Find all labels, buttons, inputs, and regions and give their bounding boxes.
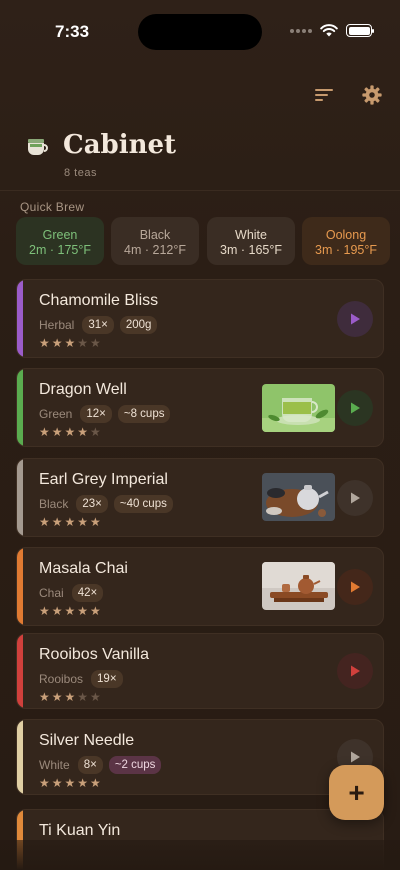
quick-brew-meta: 4m · 212°F [124, 243, 186, 257]
rating-stars: ★★★★★ [39, 604, 103, 618]
page-title: Cabinet [63, 130, 177, 160]
tea-name: Masala Chai [39, 560, 128, 577]
play-icon [351, 402, 360, 414]
quick-brew-meta: 2m · 175°F [29, 243, 91, 257]
rating-stars: ★★★★★ [39, 425, 103, 439]
tea-type: Chai [39, 586, 64, 600]
tea-type: Herbal [39, 318, 75, 332]
play-icon [351, 492, 360, 504]
rating-stars: ★★★★★ [39, 515, 103, 529]
tea-type: Black [39, 497, 69, 511]
brew-play-button[interactable] [337, 480, 373, 516]
sort-button[interactable] [311, 82, 337, 108]
header-divider [0, 190, 400, 191]
tea-thumbnail [262, 562, 335, 610]
tea-thumbnail [262, 384, 335, 432]
status-time: 7:33 [55, 22, 90, 41]
brew-play-button[interactable] [337, 653, 373, 689]
rating-stars: ★★★★★ [39, 336, 103, 350]
tea-name: Silver Needle [39, 732, 135, 749]
quick-brew-meta: 3m · 195°F [315, 243, 377, 257]
tea-meta: White 8× ~2 cups [39, 756, 162, 774]
tea-meta: Green 12× ~8 cups [39, 405, 171, 423]
stock-badge: ~8 cups [117, 405, 171, 423]
tea-card-chamomile-bliss[interactable]: Chamomile Bliss Herbal 31× 200g ★★★★★ [16, 279, 384, 358]
page-header: Cabinet 8 teas [24, 130, 384, 185]
tea-thumbnail [262, 473, 335, 521]
tea-card-dragon-well[interactable]: Dragon Well Green 12× ~8 cups ★★★★★ [16, 368, 384, 447]
tea-accent-bar [17, 720, 23, 794]
quick-brew-name: Green [42, 228, 78, 242]
brew-count-badge: 12× [80, 405, 112, 423]
brew-play-button[interactable] [337, 390, 373, 426]
tea-type: Green [39, 407, 73, 421]
tea-accent-bar [17, 369, 23, 446]
tea-tray-photo [262, 562, 335, 610]
quick-brew-name: White [235, 228, 267, 242]
play-icon [351, 665, 360, 677]
status-bar: 7:33 [0, 0, 400, 60]
quick-brew-name: Oolong [325, 228, 367, 242]
tea-accent-bar [17, 548, 23, 625]
brew-count-badge: 8× [77, 756, 103, 774]
battery-icon [346, 24, 374, 37]
cellular-icon [290, 28, 312, 33]
settings-button[interactable] [359, 82, 385, 108]
play-icon [351, 751, 360, 763]
bottom-fade [0, 840, 400, 870]
stock-badge: ~40 cups [113, 495, 173, 513]
play-icon [351, 581, 360, 593]
quick-brew-label: Quick Brew [20, 200, 85, 214]
tea-name: Ti Kuan Yin [39, 822, 121, 839]
dynamic-island [138, 14, 262, 50]
tea-card-masala-chai[interactable]: Masala Chai Chai 42× ★★★★★ [16, 547, 384, 626]
wifi-icon [320, 24, 338, 37]
quick-brew-row: Green 2m · 175°F Black 4m · 212°F White … [16, 217, 400, 267]
tea-name: Dragon Well [39, 381, 127, 398]
brew-count-badge: 42× [71, 584, 104, 602]
brew-play-button[interactable] [337, 569, 373, 605]
quick-brew-white[interactable]: White 3m · 165°F [207, 217, 295, 265]
plus-icon: + [348, 776, 365, 808]
tea-meta: Herbal 31× 200g [39, 316, 158, 334]
brew-count-badge: 19× [91, 670, 123, 688]
tea-name: Rooibos Vanilla [39, 646, 149, 663]
gear-icon [362, 85, 382, 105]
sort-icon [315, 89, 333, 101]
rating-stars: ★★★★★ [39, 690, 103, 704]
add-tea-button[interactable]: + [329, 765, 384, 820]
tea-meta: Chai 42× [39, 584, 104, 602]
tea-meta: Black 23× ~40 cups [39, 495, 173, 513]
tea-name: Earl Grey Imperial [39, 471, 168, 488]
quick-brew-meta: 3m · 165°F [220, 243, 282, 257]
brew-count-badge: 23× [76, 495, 108, 513]
stock-badge: ~2 cups [108, 756, 162, 774]
tea-card-earl-grey-imperial[interactable]: Earl Grey Imperial Black 23× ~40 cups ★★… [16, 458, 384, 537]
brew-count-badge: 31× [82, 316, 114, 334]
tea-type: White [39, 758, 70, 772]
tea-name: Chamomile Bliss [39, 292, 159, 309]
stock-badge: 200g [119, 316, 158, 334]
tea-cup-icon [28, 139, 48, 155]
quick-brew-name: Black [139, 228, 171, 242]
teapot-photo [262, 473, 335, 521]
play-icon [351, 313, 360, 325]
tea-meta: Rooibos 19× [39, 670, 123, 688]
quick-brew-oolong[interactable]: Oolong 3m · 195°F [302, 217, 390, 265]
tea-accent-bar [17, 459, 23, 536]
brew-play-button[interactable] [337, 301, 373, 337]
tea-accent-bar [17, 634, 23, 708]
quick-brew-green[interactable]: Green 2m · 175°F [16, 217, 104, 265]
quick-brew-black[interactable]: Black 4m · 212°F [111, 217, 199, 265]
tea-count: 8 teas [64, 167, 97, 179]
tea-accent-bar [17, 280, 23, 357]
status-icons [290, 24, 374, 37]
cabinet-screen: 7:33 Cabinet 8 teas Quick Brew Green 2m … [0, 0, 400, 870]
tea-card-rooibos-vanilla[interactable]: Rooibos Vanilla Rooibos 19× ★★★★★ [16, 633, 384, 709]
tea-type: Rooibos [39, 672, 84, 686]
green-tea-cup-photo [262, 384, 335, 432]
rating-stars: ★★★★★ [39, 776, 103, 790]
